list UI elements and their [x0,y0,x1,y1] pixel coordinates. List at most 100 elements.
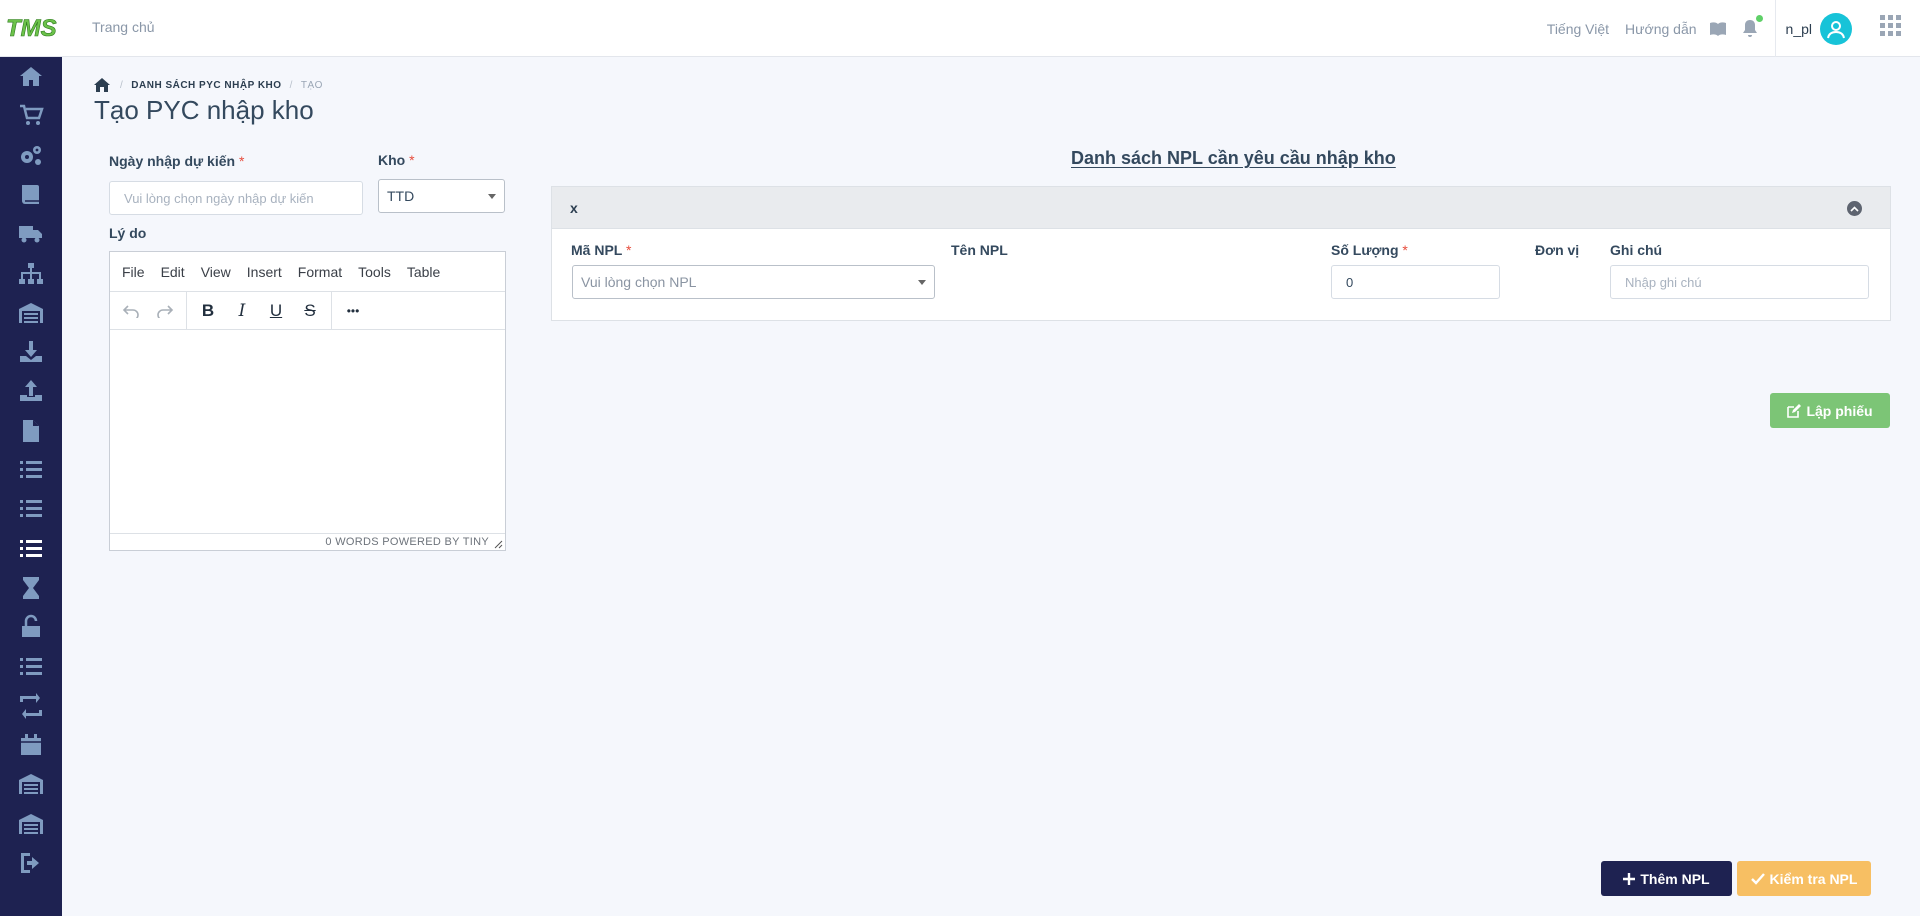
required-mark: * [625,242,632,258]
book-icon[interactable] [1709,21,1727,37]
list-icon[interactable] [0,490,62,528]
check-icon [1750,872,1765,885]
undo-icon[interactable] [114,296,148,326]
warehouse-icon[interactable] [0,765,62,803]
editor-menu-edit[interactable]: Edit [153,264,193,280]
gears-icon[interactable] [0,137,62,175]
unit-label: Đơn vị [1535,242,1580,258]
edit-icon [1787,403,1802,418]
list-icon[interactable] [0,451,62,489]
strikethrough-icon[interactable]: S [293,296,327,326]
username[interactable]: n_pl [1786,21,1812,37]
redo-icon[interactable] [148,296,182,326]
hourglass-icon[interactable] [0,569,62,607]
editor-toolbar: B I U S ••• [110,291,505,330]
more-icon[interactable]: ••• [336,296,370,326]
npl-card-header[interactable]: x [552,187,1890,229]
editor-menubar: File Edit View Insert Format Tools Table [110,252,505,292]
warehouse-select[interactable]: TTD [378,179,505,213]
apps-grid-icon[interactable] [1880,15,1902,42]
download-icon[interactable] [0,333,62,371]
cart-icon[interactable] [0,97,62,135]
quantity-label-text: Số Lượng [1331,242,1399,258]
breadcrumb-separator: / [120,79,124,91]
chevron-down-icon [488,194,496,199]
underline-icon[interactable]: U [259,296,293,326]
date-input[interactable]: Vui lòng chọn ngày nhập dự kiến [109,181,363,215]
note-label: Ghi chú [1610,242,1663,258]
resize-handle-icon[interactable] [494,540,503,549]
check-npl-label: Kiểm tra NPL [1769,870,1858,887]
top-bar: TMS Trang chủ Tiếng Việt Hướng dẫn n_pl [0,0,1920,57]
warehouse-icon[interactable] [0,805,62,843]
editor-menu-view[interactable]: View [193,264,239,280]
plus-icon [1623,872,1636,885]
history-group [110,291,187,330]
home-icon[interactable] [0,58,62,96]
npl-section-title: Danh sách NPL cần yêu cầu nhập kho [1071,148,1396,168]
npl-code-select[interactable]: Vui lòng chọn NPL [572,265,935,299]
editor-menu-file[interactable]: File [114,264,153,280]
create-ticket-label: Lập phiếu [1806,402,1873,419]
editor-menu-table[interactable]: Table [399,264,448,280]
home-link[interactable]: Trang chủ [92,19,155,35]
warehouse-select-value: TTD [387,188,415,204]
divider [1774,0,1776,57]
italic-icon[interactable]: I [225,296,259,326]
bell-icon[interactable] [1741,14,1763,39]
add-npl-button[interactable]: Thêm NPL [1601,861,1732,896]
editor-content-area[interactable] [110,330,505,533]
create-ticket-button[interactable]: Lập phiếu [1770,393,1890,428]
chevron-down-icon [918,280,926,285]
svg-text:TMS: TMS [6,15,57,42]
editor-menu-insert[interactable]: Insert [239,264,290,280]
breadcrumb-separator: / [289,79,293,91]
npl-name-label: Tên NPL [951,242,1008,258]
top-right-area: Tiếng Việt Hướng dẫn n_pl [1547,0,1920,57]
npl-code-label-text: Mã NPL [571,242,623,258]
npl-card-title: x [570,200,578,216]
guide-link[interactable]: Hướng dẫn [1625,21,1696,37]
quantity-input[interactable]: 0 [1331,265,1500,299]
user-avatar-icon[interactable] [1820,12,1852,45]
quantity-label: Số Lượng * [1331,242,1408,258]
sign-out-icon[interactable] [0,844,62,882]
list-icon[interactable] [0,530,62,568]
reason-label: Lý do [109,225,147,241]
book-icon[interactable] [0,176,62,214]
upload-icon[interactable] [0,372,62,410]
required-mark: * [409,152,415,168]
calendar-icon[interactable] [0,726,62,764]
tms-logo[interactable]: TMS [6,12,58,44]
required-mark: * [1402,242,1408,258]
editor-menu-tools[interactable]: Tools [350,264,399,280]
breadcrumb-current: TẠO [300,79,323,91]
date-label-text: Ngày nhập dự kiến [109,153,236,169]
editor-menu-format[interactable]: Format [290,264,350,280]
note-input[interactable]: Nhập ghi chú [1610,265,1869,299]
retweet-icon[interactable] [0,687,62,725]
sitemap-icon[interactable] [0,255,62,293]
editor-status-text: 0 WORDS POWERED BY TINY [325,536,489,548]
unlock-icon[interactable] [0,608,62,646]
file-icon[interactable] [0,412,62,450]
breadcrumb: / DANH SÁCH PYC NHẬP KHO / TẠO [94,78,323,92]
language-link[interactable]: Tiếng Việt [1547,21,1609,37]
truck-icon[interactable] [0,215,62,253]
sidebar [0,57,62,916]
warehouse-icon[interactable] [0,294,62,332]
page-title: Tạo PYC nhập kho [94,95,314,125]
list-icon[interactable] [0,648,62,686]
rich-text-editor[interactable]: File Edit View Insert Format Tools Table… [109,251,506,551]
required-mark: * [238,153,245,169]
breadcrumb-parent[interactable]: DANH SÁCH PYC NHẬP KHO [131,80,281,91]
check-npl-button[interactable]: Kiểm tra NPL [1737,861,1871,896]
notification-dot [1755,14,1763,22]
editor-statusbar: 0 WORDS POWERED BY TINY [110,533,505,550]
home-icon[interactable] [94,78,110,92]
format-group: B I U S [187,291,332,330]
npl-card: x [551,186,1891,321]
bold-icon[interactable]: B [191,296,225,326]
npl-code-label: Mã NPL * [571,242,631,258]
chevron-up-icon[interactable] [1847,201,1862,216]
